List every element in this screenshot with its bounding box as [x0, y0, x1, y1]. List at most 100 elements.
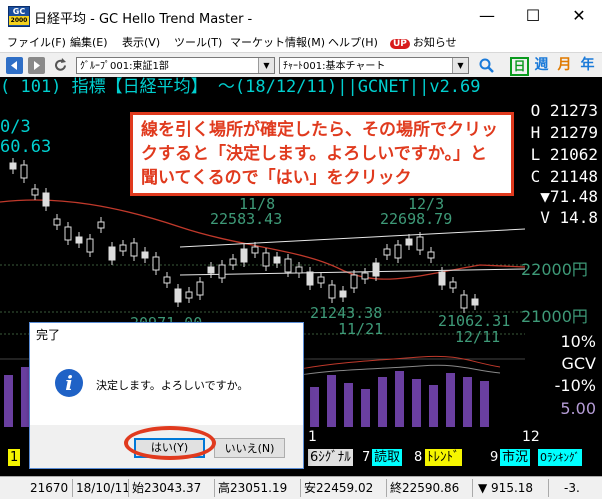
indicator-label: GCV	[561, 354, 596, 373]
daily-button[interactable]: 日	[510, 57, 529, 76]
indicator-bar	[361, 389, 370, 427]
highlight-oval	[124, 426, 216, 460]
candle-body	[141, 251, 149, 259]
candle-body	[328, 284, 336, 299]
candle-body	[284, 258, 292, 273]
candle-body	[306, 271, 314, 286]
candle-body	[471, 298, 479, 306]
candle-body	[350, 274, 358, 289]
candle-body	[339, 290, 347, 298]
title-bar: GC 2000 日経平均 - GC Hello Trend Master - —…	[0, 0, 602, 31]
candle-body	[383, 248, 391, 256]
candle-body	[317, 276, 325, 284]
forward-arrow-icon[interactable]	[28, 57, 45, 74]
menu-view[interactable]: 表示(V)	[122, 34, 160, 50]
menu-edit[interactable]: 編集(E)	[70, 34, 108, 50]
candle-body	[64, 226, 72, 241]
candle-body	[31, 188, 39, 196]
candle-body	[20, 164, 28, 179]
fkey-trend[interactable]: ﾄﾚﾝﾄﾞ	[425, 449, 462, 466]
fkey-number: 9	[490, 450, 499, 465]
status-high: 高23051.19	[218, 481, 288, 495]
candle-body	[53, 218, 61, 226]
window-title: 日経平均 - GC Hello Trend Master -	[34, 12, 253, 27]
fkey-ranking[interactable]: 0ﾗﾝｷﾝｸﾞ	[538, 449, 582, 466]
indicator-bar	[463, 377, 472, 427]
candle-body	[449, 281, 457, 289]
menu-help[interactable]: ヘルプ(H)	[328, 34, 378, 50]
annotation-date: 11/21	[338, 320, 384, 338]
maximize-button[interactable]: ☐	[510, 0, 556, 31]
status-bar: 21670 18/10/11 始23043.37 高23051.19 安2245…	[0, 476, 602, 499]
fkey-number: 7	[362, 450, 371, 465]
candle-body	[130, 242, 138, 257]
dialog-title: 完了	[36, 328, 61, 342]
info-icon: i	[55, 369, 83, 397]
ohlc-close: C 21148	[530, 167, 598, 186]
yearly-button[interactable]: 年	[578, 56, 597, 75]
status-value: 21670	[30, 481, 69, 495]
group-select[interactable]: ｸﾞﾙｰﾌﾟ001:東証1部 ▼	[76, 57, 275, 74]
candle-body	[196, 281, 204, 296]
partial-date-label: 0/3	[0, 117, 31, 137]
price-axis-label: 21000円	[521, 307, 588, 326]
fkey-signal[interactable]: 6ｼｸﾞﾅﾙ	[308, 449, 353, 466]
monthly-button[interactable]: 月	[555, 56, 574, 75]
menu-tools[interactable]: ツール(T)	[174, 34, 222, 50]
instruction-callout: 線を引く場所が確定したら、その場所でクリックすると「決定します。よろしいですか。…	[130, 112, 514, 196]
chart-select[interactable]: ﾁｬｰﾄ001:基本チャート ▼	[279, 57, 469, 74]
candle-body	[361, 272, 369, 280]
status-open: 始23043.37	[132, 481, 202, 495]
back-arrow-icon[interactable]	[6, 57, 23, 74]
dialog-message: 決定します。よろしいですか。	[96, 379, 249, 392]
ohlc-open: O 21273	[530, 101, 598, 120]
candle-body	[218, 264, 226, 279]
status-date: 18/10/11	[76, 481, 130, 495]
candle-body	[416, 236, 424, 251]
search-icon[interactable]	[478, 57, 495, 74]
menu-notice[interactable]: UP お知らせ	[390, 34, 457, 50]
minimize-button[interactable]: —	[464, 0, 510, 31]
close-button[interactable]: ✕	[556, 0, 602, 31]
fkey-market[interactable]: 市況	[500, 449, 531, 466]
fkey-number: 8	[414, 450, 423, 465]
weekly-button[interactable]: 週	[532, 56, 551, 75]
chevron-down-icon: ▼	[258, 58, 274, 73]
no-button[interactable]: いいえ(N)	[214, 438, 285, 458]
candle-body	[262, 252, 270, 267]
toolbar: ｸﾞﾙｰﾌﾟ001:東証1部 ▼ ﾁｬｰﾄ001:基本チャート ▼ 日 週 月 …	[0, 52, 602, 78]
fkey-label[interactable]: 1	[8, 449, 21, 466]
candle-body	[405, 238, 413, 246]
indicator-bar	[310, 387, 319, 427]
partial-price-label: 60.63	[0, 137, 52, 157]
up-badge: UP	[390, 39, 410, 49]
candle-body	[251, 246, 259, 254]
annotation-price: 22583.43	[210, 210, 283, 228]
candle-body	[295, 266, 303, 274]
menu-market-info[interactable]: マーケット情報(M)	[230, 34, 325, 50]
ohlc-volume: V 14.8	[540, 208, 598, 227]
indicator-label: -10%	[554, 376, 596, 395]
indicator-label: 10%	[560, 332, 596, 351]
candle-body	[174, 288, 182, 303]
candle-body	[273, 256, 281, 264]
candle-body	[97, 221, 105, 229]
candle-body	[86, 238, 94, 253]
candle-body	[372, 262, 380, 277]
chart-select-value: ﾁｬｰﾄ001:基本チャート	[283, 61, 386, 72]
candle-body	[75, 236, 83, 244]
candle-body	[394, 244, 402, 259]
indicator-bar	[480, 381, 489, 427]
ohlc-high: H 21279	[530, 123, 598, 142]
menu-file[interactable]: ファイル(F)	[7, 34, 66, 50]
indicator-bar	[395, 371, 404, 427]
chevron-down-icon: ▼	[452, 58, 468, 73]
fkey-read[interactable]: 読取	[372, 449, 403, 466]
month-label: 12	[522, 429, 540, 445]
notice-label: お知らせ	[412, 36, 457, 49]
app-logo-icon: GC 2000	[8, 6, 30, 27]
indicator-bar	[378, 377, 387, 427]
refresh-icon[interactable]	[52, 57, 69, 74]
indicator-bar	[446, 373, 455, 427]
candle-body	[42, 192, 50, 207]
